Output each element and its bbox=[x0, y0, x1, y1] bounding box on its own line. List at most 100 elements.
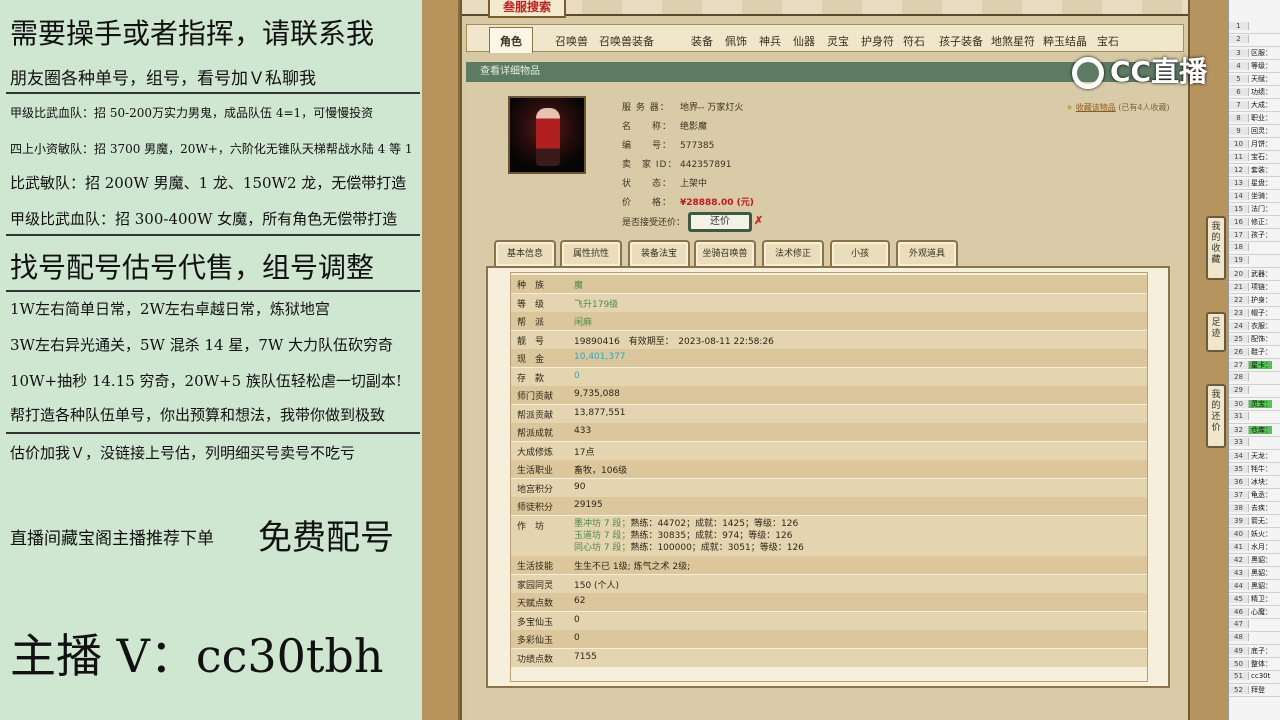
sheet-cell[interactable]: 星卡： bbox=[1249, 361, 1272, 369]
sheet-row[interactable]: 45 精卫： bbox=[1229, 594, 1280, 606]
sheet-cell[interactable]: 底子： bbox=[1249, 647, 1272, 655]
sheet-row[interactable]: 31 bbox=[1229, 412, 1280, 424]
sheet-cell[interactable]: 功绩： bbox=[1249, 88, 1272, 96]
sheet-cell[interactable]: 拜登 bbox=[1249, 686, 1265, 694]
sheet-row[interactable]: 23 帽子： bbox=[1229, 308, 1280, 320]
sheet-cell[interactable]: 箭无： bbox=[1249, 517, 1272, 525]
sheet-cell[interactable]: 法门： bbox=[1249, 205, 1272, 213]
sheet-cell[interactable] bbox=[1249, 633, 1251, 641]
tab-1[interactable]: 角色 bbox=[489, 27, 533, 53]
sheet-cell[interactable]: 修正： bbox=[1249, 218, 1272, 226]
sheet-cell[interactable]: 整体： bbox=[1249, 660, 1272, 668]
sheet-cell[interactable]: 龟丞： bbox=[1249, 491, 1272, 499]
sheet-row[interactable]: 49 底子： bbox=[1229, 646, 1280, 658]
sheet-row[interactable]: 34 天龙： bbox=[1229, 451, 1280, 463]
sheet-cell[interactable]: 水月： bbox=[1249, 543, 1272, 551]
sheet-row[interactable]: 5 天赋： bbox=[1229, 74, 1280, 86]
sheet-row[interactable]: 3 区服： bbox=[1229, 48, 1280, 60]
sheet-cell[interactable] bbox=[1249, 35, 1251, 43]
sheet-row[interactable]: 39 箭无： bbox=[1229, 516, 1280, 528]
subtab-6[interactable]: 小孩 bbox=[830, 240, 890, 266]
sheet-cell[interactable]: 黑貂： bbox=[1249, 556, 1272, 564]
sheet-cell[interactable] bbox=[1249, 256, 1251, 264]
sheet-cell[interactable] bbox=[1249, 22, 1251, 30]
sheet-row[interactable]: 6 功绩： bbox=[1229, 87, 1280, 99]
sheet-row[interactable]: 44 黑貂： bbox=[1229, 581, 1280, 593]
sheet-row[interactable]: 19 bbox=[1229, 256, 1280, 268]
sheet-cell[interactable] bbox=[1249, 438, 1251, 446]
sheet-row[interactable]: 1 bbox=[1229, 22, 1280, 34]
subtab-4[interactable]: 坐骑召唤兽 bbox=[694, 240, 756, 266]
sheet-row[interactable]: 46 心魔： bbox=[1229, 607, 1280, 619]
sheet-row[interactable]: 29 bbox=[1229, 386, 1280, 398]
tab-7[interactable]: 仙器 bbox=[793, 33, 815, 49]
sheet-row[interactable]: 4 等级： bbox=[1229, 61, 1280, 73]
sheet-row[interactable]: 26 鞋子： bbox=[1229, 347, 1280, 359]
sheet-row[interactable]: 35 牦牛： bbox=[1229, 464, 1280, 476]
sheet-row[interactable]: 11 宝石： bbox=[1229, 152, 1280, 164]
sheet-row[interactable]: 41 水月： bbox=[1229, 542, 1280, 554]
sheet-cell[interactable]: 衣服： bbox=[1249, 322, 1272, 330]
sheet-cell[interactable]: 孩子： bbox=[1249, 231, 1272, 239]
sheet-row[interactable]: 48 bbox=[1229, 633, 1280, 645]
tab-3[interactable]: 召唤兽装备 bbox=[599, 33, 654, 49]
sheet-cell[interactable]: 鞋子： bbox=[1249, 348, 1272, 356]
sheet-row[interactable]: 33 bbox=[1229, 438, 1280, 450]
sheet-cell[interactable]: 牦牛： bbox=[1249, 465, 1272, 473]
side-button-2[interactable]: 足迹 bbox=[1206, 312, 1226, 352]
sheet-cell[interactable]: 职业： bbox=[1249, 114, 1272, 122]
sheet-row[interactable]: 2 bbox=[1229, 35, 1280, 47]
favorite-link-label[interactable]: 收藏该物品 bbox=[1076, 103, 1116, 112]
subtab-7[interactable]: 外观道具 bbox=[896, 240, 958, 266]
sheet-cell[interactable]: 项链： bbox=[1249, 283, 1272, 291]
sheet-cell[interactable]: 冰块： bbox=[1249, 478, 1272, 486]
sheet-cell[interactable]: 宝石： bbox=[1249, 153, 1272, 161]
sheet-row[interactable]: 9 回灵： bbox=[1229, 126, 1280, 138]
tab-9[interactable]: 护身符 bbox=[861, 33, 894, 49]
tab-14[interactable]: 宝石 bbox=[1097, 33, 1119, 49]
sheet-row[interactable]: 10 月饼： bbox=[1229, 139, 1280, 151]
sheet-row[interactable]: 16 修正： bbox=[1229, 217, 1280, 229]
sheet-row[interactable]: 15 法门： bbox=[1229, 204, 1280, 216]
sheet-row[interactable]: 27 星卡： bbox=[1229, 360, 1280, 372]
tab-8[interactable]: 灵宝 bbox=[827, 33, 849, 49]
sheet-cell[interactable]: 妖火： bbox=[1249, 530, 1272, 538]
sheet-cell[interactable] bbox=[1249, 412, 1251, 420]
sheet-cell[interactable] bbox=[1249, 373, 1251, 381]
tab-4[interactable]: 装备 bbox=[691, 33, 713, 49]
sheet-row[interactable]: 8 职业： bbox=[1229, 113, 1280, 125]
sheet-cell[interactable]: 黑貂： bbox=[1249, 582, 1272, 590]
sheet-row[interactable]: 40 妖火： bbox=[1229, 529, 1280, 541]
sheet-row[interactable]: 47 bbox=[1229, 620, 1280, 632]
sheet-cell[interactable]: 月饼： bbox=[1249, 140, 1272, 148]
sheet-cell[interactable]: 坐骑： bbox=[1249, 192, 1272, 200]
tab-6[interactable]: 神兵 bbox=[759, 33, 781, 49]
sheet-row[interactable]: 50 整体： bbox=[1229, 659, 1280, 671]
site-logo[interactable]: 叁服搜索 bbox=[488, 0, 566, 18]
sheet-cell[interactable]: 黑貂： bbox=[1249, 569, 1272, 577]
sheet-row[interactable]: 43 黑貂： bbox=[1229, 568, 1280, 580]
sheet-row[interactable]: 36 冰块： bbox=[1229, 477, 1280, 489]
sheet-cell[interactable] bbox=[1249, 620, 1251, 628]
sheet-cell[interactable]: 天龙： bbox=[1249, 452, 1272, 460]
sheet-cell[interactable]: 回灵： bbox=[1249, 127, 1272, 135]
sheet-cell[interactable]: 套装： bbox=[1249, 166, 1272, 174]
sheet-row[interactable]: 22 护身： bbox=[1229, 295, 1280, 307]
sheet-row[interactable]: 32 仓库： bbox=[1229, 425, 1280, 437]
sheet-cell[interactable]: 武器： bbox=[1249, 270, 1272, 278]
sheet-cell[interactable]: 区服： bbox=[1249, 49, 1272, 57]
sheet-cell[interactable] bbox=[1249, 243, 1251, 251]
sheet-cell[interactable]: 仓库： bbox=[1249, 426, 1272, 434]
sheet-cell[interactable]: 护身： bbox=[1249, 296, 1272, 304]
sheet-row[interactable]: 37 龟丞： bbox=[1229, 490, 1280, 502]
sheet-row[interactable]: 20 武器： bbox=[1229, 269, 1280, 281]
side-button-1[interactable]: 我的收藏 bbox=[1206, 216, 1226, 280]
sheet-cell[interactable]: 天赋： bbox=[1249, 75, 1272, 83]
sheet-row[interactable]: 42 黑貂： bbox=[1229, 555, 1280, 567]
haggle-button[interactable]: 还价 bbox=[688, 212, 752, 232]
sheet-cell[interactable]: 配饰： bbox=[1249, 335, 1272, 343]
sheet-row[interactable]: 12 套装： bbox=[1229, 165, 1280, 177]
sheet-cell[interactable] bbox=[1249, 386, 1251, 394]
sheet-cell[interactable]: cc30t bbox=[1249, 672, 1270, 680]
tab-13[interactable]: 粹玉结晶 bbox=[1043, 33, 1087, 49]
